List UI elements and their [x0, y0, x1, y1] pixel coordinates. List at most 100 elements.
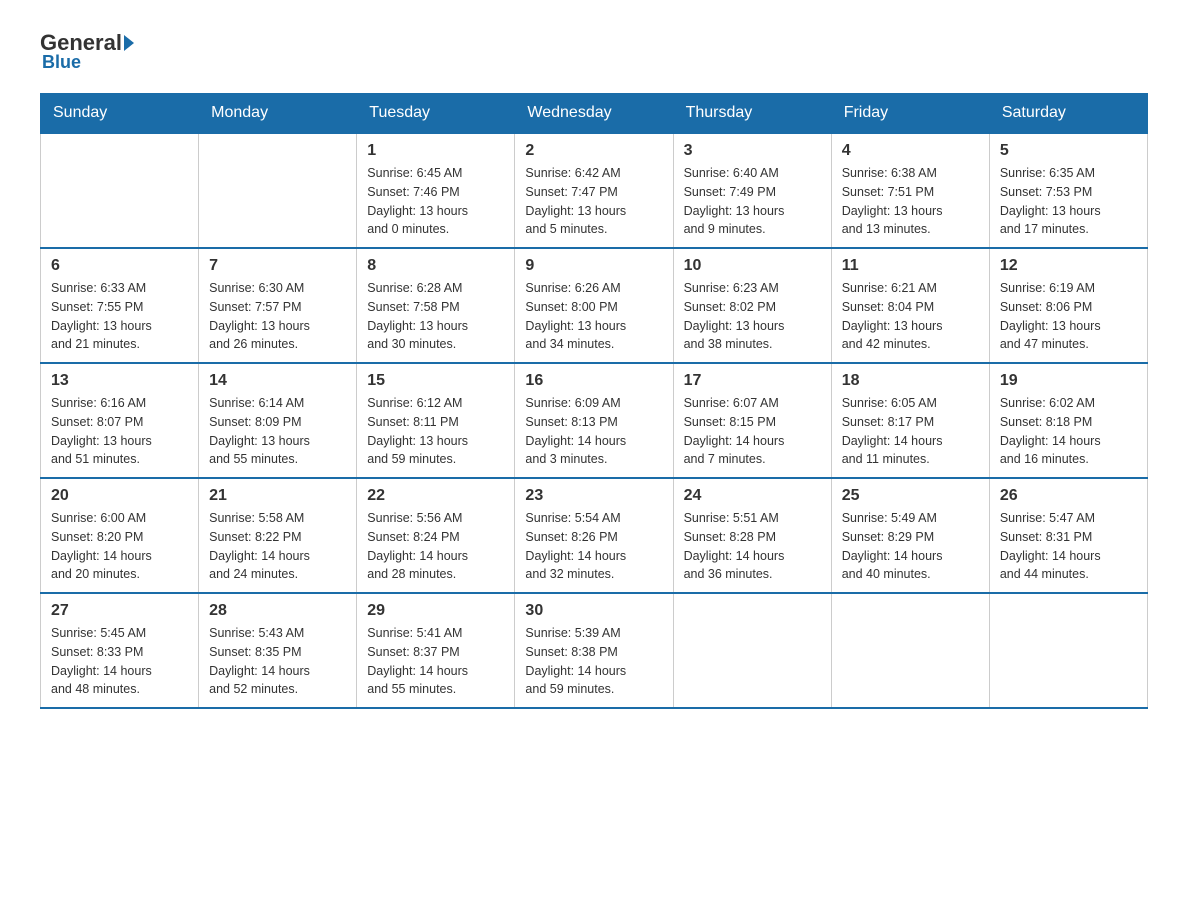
day-info: Sunrise: 5:39 AM Sunset: 8:38 PM Dayligh… — [525, 624, 662, 699]
calendar-cell — [831, 593, 989, 708]
week-row-1: 1 Sunrise: 6:45 AM Sunset: 7:46 PM Daylig… — [41, 133, 1148, 248]
day-info: Sunrise: 6:19 AM Sunset: 8:06 PM Dayligh… — [1000, 279, 1137, 354]
calendar-cell: 10 Sunrise: 6:23 AM Sunset: 8:02 PM Dayli… — [673, 248, 831, 363]
calendar-cell: 20 Sunrise: 6:00 AM Sunset: 8:20 PM Dayli… — [41, 478, 199, 593]
day-number: 20 — [51, 487, 188, 505]
day-info: Sunrise: 6:16 AM Sunset: 8:07 PM Dayligh… — [51, 394, 188, 469]
calendar-cell: 27Sunrise: 5:45 AM Sunset: 8:33 PM Dayli… — [41, 593, 199, 708]
logo: General Blue — [40, 30, 136, 73]
day-info: Sunrise: 6:23 AM Sunset: 8:02 PM Dayligh… — [684, 279, 821, 354]
day-info: Sunrise: 5:41 AM Sunset: 8:37 PM Dayligh… — [367, 624, 504, 699]
day-number: 25 — [842, 487, 979, 505]
calendar-cell — [41, 133, 199, 248]
day-number: 27 — [51, 602, 188, 620]
day-number: 22 — [367, 487, 504, 505]
calendar-cell: 11 Sunrise: 6:21 AM Sunset: 8:04 PM Dayli… — [831, 248, 989, 363]
day-number: 2 — [525, 142, 662, 160]
calendar-cell: 5Sunrise: 6:35 AM Sunset: 7:53 PM Daylig… — [989, 133, 1147, 248]
day-number: 24 — [684, 487, 821, 505]
day-info: Sunrise: 5:47 AM Sunset: 8:31 PM Dayligh… — [1000, 509, 1137, 584]
day-number: 16 — [525, 372, 662, 390]
calendar-cell: 25 Sunrise: 5:49 AM Sunset: 8:29 PM Dayli… — [831, 478, 989, 593]
calendar-cell: 21Sunrise: 5:58 AM Sunset: 8:22 PM Dayli… — [199, 478, 357, 593]
column-header-monday: Monday — [199, 94, 357, 134]
day-info: Sunrise: 6:02 AM Sunset: 8:18 PM Dayligh… — [1000, 394, 1137, 469]
calendar-cell: 3 Sunrise: 6:40 AM Sunset: 7:49 PM Daylig… — [673, 133, 831, 248]
day-number: 12 — [1000, 257, 1137, 275]
day-number: 3 — [684, 142, 821, 160]
calendar-cell: 22 Sunrise: 5:56 AM Sunset: 8:24 PM Dayli… — [357, 478, 515, 593]
week-row-5: 27Sunrise: 5:45 AM Sunset: 8:33 PM Dayli… — [41, 593, 1148, 708]
day-info: Sunrise: 6:33 AM Sunset: 7:55 PM Dayligh… — [51, 279, 188, 354]
day-info: Sunrise: 6:05 AM Sunset: 8:17 PM Dayligh… — [842, 394, 979, 469]
day-number: 29 — [367, 602, 504, 620]
calendar-cell: 24 Sunrise: 5:51 AM Sunset: 8:28 PM Dayli… — [673, 478, 831, 593]
calendar-cell — [199, 133, 357, 248]
week-row-3: 13 Sunrise: 6:16 AM Sunset: 8:07 PM Dayli… — [41, 363, 1148, 478]
day-number: 26 — [1000, 487, 1137, 505]
calendar-cell: 12 Sunrise: 6:19 AM Sunset: 8:06 PM Dayli… — [989, 248, 1147, 363]
day-info: Sunrise: 6:09 AM Sunset: 8:13 PM Dayligh… — [525, 394, 662, 469]
day-number: 14 — [209, 372, 346, 390]
calendar-cell: 1 Sunrise: 6:45 AM Sunset: 7:46 PM Daylig… — [357, 133, 515, 248]
calendar-cell: 14 Sunrise: 6:14 AM Sunset: 8:09 PM Dayli… — [199, 363, 357, 478]
day-number: 10 — [684, 257, 821, 275]
day-number: 9 — [525, 257, 662, 275]
calendar-cell: 26 Sunrise: 5:47 AM Sunset: 8:31 PM Dayli… — [989, 478, 1147, 593]
day-info: Sunrise: 6:00 AM Sunset: 8:20 PM Dayligh… — [51, 509, 188, 584]
calendar-cell: 18 Sunrise: 6:05 AM Sunset: 8:17 PM Dayli… — [831, 363, 989, 478]
day-info: Sunrise: 6:12 AM Sunset: 8:11 PM Dayligh… — [367, 394, 504, 469]
day-info: Sunrise: 6:14 AM Sunset: 8:09 PM Dayligh… — [209, 394, 346, 469]
day-number: 7 — [209, 257, 346, 275]
logo-subtitle: Blue — [42, 52, 81, 73]
calendar-cell: 29 Sunrise: 5:41 AM Sunset: 8:37 PM Dayli… — [357, 593, 515, 708]
calendar-cell: 2 Sunrise: 6:42 AM Sunset: 7:47 PM Daylig… — [515, 133, 673, 248]
day-info: Sunrise: 6:21 AM Sunset: 8:04 PM Dayligh… — [842, 279, 979, 354]
column-header-thursday: Thursday — [673, 94, 831, 134]
day-info: Sunrise: 6:45 AM Sunset: 7:46 PM Dayligh… — [367, 164, 504, 239]
day-number: 1 — [367, 142, 504, 160]
calendar-cell: 7 Sunrise: 6:30 AM Sunset: 7:57 PM Daylig… — [199, 248, 357, 363]
column-header-wednesday: Wednesday — [515, 94, 673, 134]
day-number: 6 — [51, 257, 188, 275]
day-info: Sunrise: 6:40 AM Sunset: 7:49 PM Dayligh… — [684, 164, 821, 239]
day-info: Sunrise: 5:54 AM Sunset: 8:26 PM Dayligh… — [525, 509, 662, 584]
calendar-cell: 13 Sunrise: 6:16 AM Sunset: 8:07 PM Dayli… — [41, 363, 199, 478]
calendar-table: SundayMondayTuesdayWednesdayThursdayFrid… — [40, 93, 1148, 709]
day-info: Sunrise: 5:51 AM Sunset: 8:28 PM Dayligh… — [684, 509, 821, 584]
calendar-header: SundayMondayTuesdayWednesdayThursdayFrid… — [41, 94, 1148, 134]
day-number: 8 — [367, 257, 504, 275]
day-info: Sunrise: 6:26 AM Sunset: 8:00 PM Dayligh… — [525, 279, 662, 354]
day-number: 28 — [209, 602, 346, 620]
calendar-cell: 4Sunrise: 6:38 AM Sunset: 7:51 PM Daylig… — [831, 133, 989, 248]
calendar-cell: 17 Sunrise: 6:07 AM Sunset: 8:15 PM Dayli… — [673, 363, 831, 478]
calendar-cell: 15 Sunrise: 6:12 AM Sunset: 8:11 PM Dayli… — [357, 363, 515, 478]
day-number: 18 — [842, 372, 979, 390]
day-number: 13 — [51, 372, 188, 390]
day-info: Sunrise: 6:42 AM Sunset: 7:47 PM Dayligh… — [525, 164, 662, 239]
header-row: SundayMondayTuesdayWednesdayThursdayFrid… — [41, 94, 1148, 134]
day-info: Sunrise: 6:30 AM Sunset: 7:57 PM Dayligh… — [209, 279, 346, 354]
column-header-sunday: Sunday — [41, 94, 199, 134]
calendar-cell: 19 Sunrise: 6:02 AM Sunset: 8:18 PM Dayli… — [989, 363, 1147, 478]
column-header-tuesday: Tuesday — [357, 94, 515, 134]
day-number: 11 — [842, 257, 979, 275]
day-number: 30 — [525, 602, 662, 620]
day-info: Sunrise: 5:43 AM Sunset: 8:35 PM Dayligh… — [209, 624, 346, 699]
day-number: 21 — [209, 487, 346, 505]
day-number: 17 — [684, 372, 821, 390]
logo-arrow-icon — [124, 35, 134, 51]
calendar-cell: 23 Sunrise: 5:54 AM Sunset: 8:26 PM Dayli… — [515, 478, 673, 593]
day-number: 19 — [1000, 372, 1137, 390]
calendar-cell: 8Sunrise: 6:28 AM Sunset: 7:58 PM Daylig… — [357, 248, 515, 363]
day-info: Sunrise: 6:07 AM Sunset: 8:15 PM Dayligh… — [684, 394, 821, 469]
day-number: 15 — [367, 372, 504, 390]
calendar-cell — [989, 593, 1147, 708]
day-number: 23 — [525, 487, 662, 505]
day-info: Sunrise: 6:35 AM Sunset: 7:53 PM Dayligh… — [1000, 164, 1137, 239]
calendar-cell: 30 Sunrise: 5:39 AM Sunset: 8:38 PM Dayli… — [515, 593, 673, 708]
day-info: Sunrise: 5:49 AM Sunset: 8:29 PM Dayligh… — [842, 509, 979, 584]
day-info: Sunrise: 5:56 AM Sunset: 8:24 PM Dayligh… — [367, 509, 504, 584]
calendar-body: 1 Sunrise: 6:45 AM Sunset: 7:46 PM Daylig… — [41, 133, 1148, 708]
column-header-saturday: Saturday — [989, 94, 1147, 134]
